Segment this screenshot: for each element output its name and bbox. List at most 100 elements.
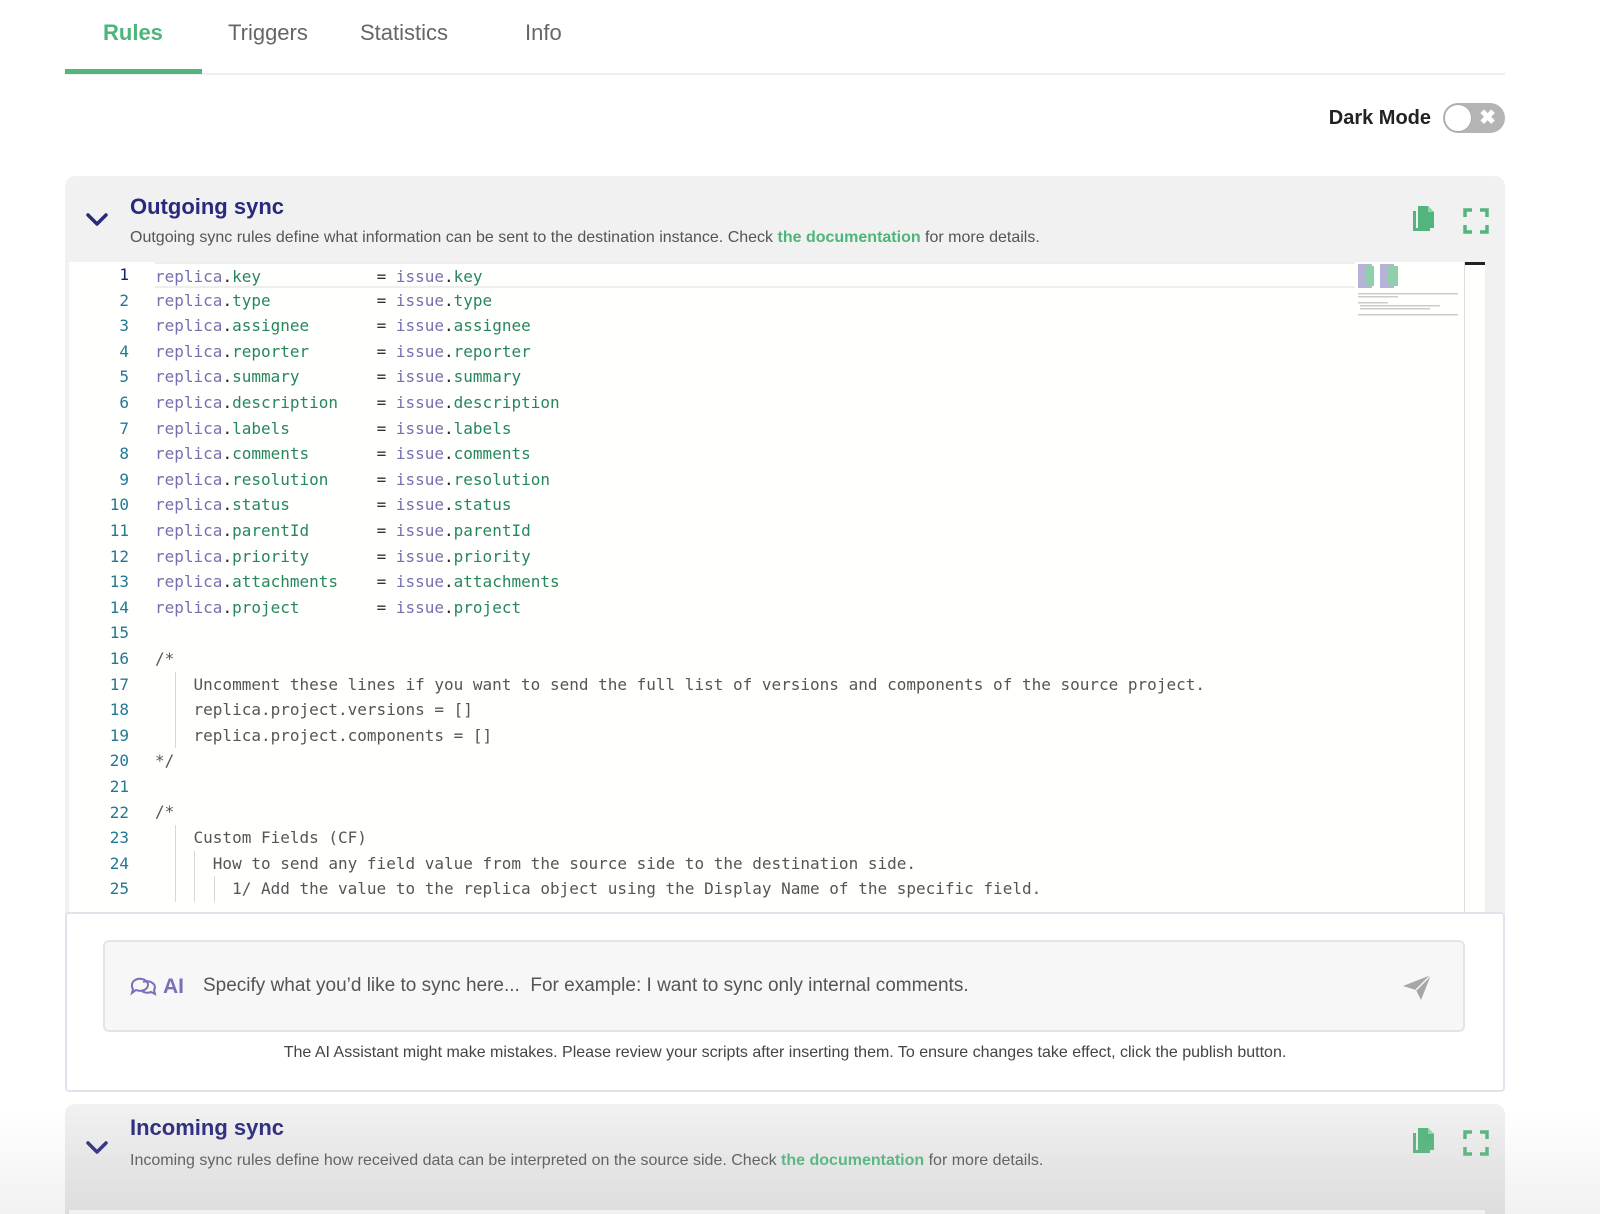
code-token-comment: /* bbox=[155, 802, 175, 822]
outgoing-code-editor[interactable]: 1 2 3 4 5 6 7 8 9 10 11 12 13 14 15 16 17 18 19 20 21 22 23 24 2… bbox=[69, 262, 1485, 914]
code-token-operator: = bbox=[289, 418, 396, 438]
code-token-operator: = bbox=[338, 392, 396, 412]
incoming-sync-panel: Incoming sync Incoming sync rules define… bbox=[65, 1104, 1505, 1214]
code-token-dot: . bbox=[444, 597, 454, 617]
code-token-dot: . bbox=[444, 392, 454, 412]
line-number: 15 bbox=[109, 623, 129, 643]
code-token-dot: . bbox=[222, 418, 233, 438]
send-icon[interactable] bbox=[1401, 972, 1433, 1002]
code-token-property: resolution bbox=[232, 469, 329, 489]
code-line: replica.parentId = issue.parentId bbox=[155, 518, 1355, 544]
code-token-property: parentId bbox=[232, 520, 310, 540]
code-token-object: issue bbox=[395, 444, 445, 464]
code-token-object: issue bbox=[395, 572, 445, 592]
toggle-knob bbox=[1444, 104, 1472, 132]
code-token-dot: . bbox=[222, 546, 233, 566]
code-token-dot: . bbox=[444, 418, 454, 438]
line-number: 12 bbox=[109, 546, 129, 566]
code-token-property: description bbox=[453, 392, 560, 412]
code-line: Uncomment these lines if you want to sen… bbox=[155, 671, 1355, 698]
code-token-dot: . bbox=[222, 392, 233, 412]
minimap[interactable] bbox=[1354, 262, 1464, 322]
incoming-code-editor[interactable] bbox=[69, 1210, 1485, 1214]
code-token-dot: . bbox=[444, 290, 454, 310]
indent-guide bbox=[214, 876, 215, 902]
code-token-property: type bbox=[453, 290, 493, 310]
description-text: Incoming sync rules define how received … bbox=[130, 1152, 782, 1169]
code-token-object: issue bbox=[395, 367, 445, 387]
code-line: replica.status = issue.status bbox=[155, 492, 1355, 518]
line-number: 5 bbox=[119, 367, 129, 387]
code-token-comment: How to send any field value from the sou… bbox=[155, 853, 916, 873]
tab-statistics[interactable]: Statistics bbox=[360, 20, 448, 46]
code-token-property: assignee bbox=[232, 316, 310, 336]
code-token-property: comments bbox=[232, 444, 310, 464]
dark-mode-toggle[interactable]: ✖ bbox=[1443, 103, 1505, 133]
code-token-dot: . bbox=[222, 290, 233, 310]
code-token-operator: = bbox=[309, 341, 396, 361]
code-token-object: replica bbox=[155, 418, 223, 438]
code-token-dot: . bbox=[444, 444, 454, 464]
chevron-down-icon[interactable] bbox=[83, 206, 111, 234]
code-token-property: summary bbox=[453, 367, 522, 387]
copy-icon[interactable] bbox=[1410, 204, 1438, 234]
dark-mode-label: Dark Mode bbox=[1328, 106, 1431, 129]
code-token-property: assignee bbox=[453, 316, 531, 336]
scrollbar-thumb[interactable] bbox=[1465, 262, 1485, 265]
code-token-property: reporter bbox=[232, 341, 310, 361]
code-token-property: parentId bbox=[453, 520, 531, 540]
line-number: 3 bbox=[119, 316, 129, 336]
code-token-property: description bbox=[232, 392, 339, 412]
incoming-sync-header: Incoming sync Incoming sync rules define… bbox=[65, 1104, 1505, 1190]
line-number-gutter: 1 2 3 4 5 6 7 8 9 10 11 12 13 14 15 16 17 18 19 20 21 22 23 24 2… bbox=[69, 262, 149, 914]
tab-rules[interactable]: Rules bbox=[103, 20, 163, 46]
code-token-operator: = bbox=[309, 444, 396, 464]
code-token-property: attachments bbox=[453, 572, 560, 592]
indent-guide bbox=[175, 722, 176, 749]
code-token-dot: . bbox=[444, 572, 454, 592]
code-token-property: reporter bbox=[453, 341, 531, 361]
code-token-comment: Custom Fields (CF) bbox=[155, 828, 367, 848]
code-token-object: replica bbox=[155, 267, 223, 286]
chevron-down-icon[interactable] bbox=[83, 1134, 111, 1162]
code-token-object: issue bbox=[395, 290, 445, 310]
code-token-property: status bbox=[232, 495, 290, 515]
code-token-dot: . bbox=[222, 469, 233, 489]
code-token-dot: . bbox=[444, 316, 454, 336]
code-token-operator: = bbox=[299, 367, 396, 387]
code-token-object: issue bbox=[395, 597, 445, 617]
code-token-operator: = bbox=[270, 290, 396, 310]
code-line: replica.project.components = [] bbox=[155, 722, 1355, 749]
line-number: 16 bbox=[109, 649, 129, 668]
code-token-object: issue bbox=[395, 316, 445, 336]
fullscreen-icon[interactable] bbox=[1462, 206, 1490, 236]
fullscreen-icon[interactable] bbox=[1462, 1128, 1490, 1158]
ai-prompt-box: AI bbox=[103, 940, 1465, 1032]
code-line: replica.key = issue.key bbox=[155, 262, 1355, 288]
code-token-comment: 1/ Add the value to the replica object u… bbox=[155, 879, 1042, 899]
ai-prompt-input[interactable] bbox=[203, 966, 1363, 1006]
outgoing-sync-title: Outgoing sync bbox=[130, 194, 284, 219]
code-token-comment: */ bbox=[155, 751, 175, 771]
code-token-object: issue bbox=[395, 546, 445, 566]
code-token-dot: . bbox=[222, 316, 233, 336]
line-number: 11 bbox=[109, 521, 129, 540]
code-token-operator: = bbox=[299, 597, 396, 617]
tab-info[interactable]: Info bbox=[525, 20, 562, 46]
ai-disclaimer: The AI Assistant might make mistakes. Pl… bbox=[283, 1044, 1287, 1061]
tab-triggers[interactable]: Triggers bbox=[228, 20, 308, 46]
indent-guide bbox=[175, 825, 176, 851]
close-icon: ✖ bbox=[1479, 107, 1496, 129]
code-line: replica.summary = issue.summary bbox=[155, 364, 1355, 390]
code-line: replica.comments = issue.comments bbox=[155, 441, 1355, 467]
copy-icon[interactable] bbox=[1410, 1126, 1438, 1156]
code-line: replica.labels = issue.labels bbox=[155, 416, 1355, 442]
editor-scrollbar[interactable] bbox=[1464, 262, 1485, 914]
documentation-link[interactable]: the documentation bbox=[778, 229, 921, 246]
documentation-link[interactable]: the documentation bbox=[781, 1152, 924, 1169]
code-token-object: replica bbox=[155, 495, 223, 515]
code-token-property: type bbox=[232, 290, 271, 310]
code-token-object: replica bbox=[155, 316, 223, 336]
code-line: Custom Fields (CF) bbox=[155, 825, 1355, 851]
code-area[interactable]: replica.key = issue.key replica.type = is… bbox=[155, 262, 1355, 914]
